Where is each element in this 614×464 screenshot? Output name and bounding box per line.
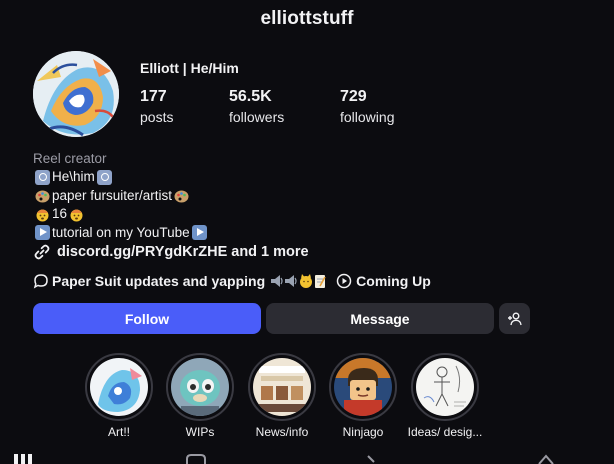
- stat-followers-label: followers: [229, 109, 285, 125]
- highlight-ring: [166, 353, 234, 421]
- avatar-artwork: [33, 51, 119, 137]
- news-cover-image: [253, 358, 311, 416]
- link-more: and 1 more: [231, 244, 309, 260]
- play-button-icon: [191, 225, 207, 241]
- channel-emoji-icons: [271, 274, 326, 288]
- follow-button[interactable]: Follow: [33, 303, 261, 334]
- profile-display-name: Elliott | He/Him: [140, 60, 239, 76]
- gender-symbol-icon: [35, 170, 50, 186]
- gender-symbol-icon: [96, 170, 112, 186]
- profile-avatar[interactable]: [33, 51, 119, 137]
- stat-posts-label: posts: [140, 109, 174, 125]
- profile-page: elliottstuff Elliott | He/Him 177 posts …: [0, 0, 614, 464]
- stat-posts-value: 177: [140, 88, 167, 105]
- highlight-wips[interactable]: WIPs: [160, 353, 240, 439]
- suggested-users-button[interactable]: [499, 303, 530, 334]
- reposts-tab-icon[interactable]: [366, 454, 378, 464]
- highlight-news[interactable]: News/info: [242, 353, 322, 439]
- highlight-ring: [248, 353, 316, 421]
- artist-palette-icon: [35, 190, 50, 203]
- profile-username: elliottstuff: [260, 8, 354, 29]
- highlight-cover: [90, 358, 148, 416]
- message-button[interactable]: Message: [266, 303, 494, 334]
- link-icon: [34, 244, 50, 260]
- artist-palette-icon: [174, 190, 189, 203]
- profile-bio: Reel creator He\him paper fursuiter/arti…: [33, 150, 209, 242]
- channels-row: Paper Suit updates and yapping Coming Up: [33, 273, 431, 289]
- channel-chip-coming-up-label: Coming Up: [356, 273, 431, 289]
- stat-following[interactable]: 729 following: [340, 88, 394, 125]
- play-button-icon: [35, 225, 50, 241]
- reels-tab-icon[interactable]: [186, 454, 206, 464]
- mind-blown-face-icon: [36, 209, 49, 222]
- channel-chip-updates[interactable]: Paper Suit updates and yapping: [33, 273, 326, 289]
- add-user-icon: [507, 312, 522, 325]
- stat-followers[interactable]: 56.5K followers: [229, 88, 284, 125]
- chat-bubble-icon: [33, 274, 48, 289]
- link-url: discord.gg/PRYgdKrZHE: [57, 244, 228, 260]
- bio-line-pronouns: He\him: [33, 168, 209, 186]
- channel-chip-updates-label: Paper Suit updates and yapping: [52, 273, 266, 289]
- highlight-ninjago[interactable]: Ninjago: [323, 353, 403, 439]
- highlight-art[interactable]: Art!!: [79, 353, 159, 439]
- highlight-cover: [416, 358, 474, 416]
- highlight-title: Ideas/ desig...: [407, 425, 483, 439]
- highlight-title: News/info: [255, 425, 309, 439]
- bio-line2-text: paper fursuiter/artist: [52, 187, 173, 203]
- ideas-cover-image: [416, 358, 474, 416]
- highlight-ideas[interactable]: Ideas/ desig...: [405, 353, 485, 439]
- stat-posts[interactable]: 177 posts: [140, 88, 173, 125]
- ninjago-cover-image: [334, 358, 392, 416]
- stat-following-value: 729: [340, 88, 367, 105]
- highlight-title: Ninjago: [342, 425, 384, 439]
- highlight-cover: [253, 358, 311, 416]
- bio-line3-text: 16: [52, 206, 68, 222]
- highlight-cover: [334, 358, 392, 416]
- highlight-ring: [329, 353, 397, 421]
- bottom-tab-bar: [0, 454, 614, 464]
- tagged-tab-icon[interactable]: [538, 454, 554, 464]
- stat-following-label: following: [340, 109, 395, 125]
- play-circle-icon: [336, 273, 352, 289]
- bio-line4-text: tutorial on my YouTube: [52, 224, 190, 240]
- channel-chip-coming-up[interactable]: Coming Up: [336, 273, 431, 289]
- mind-blown-face-icon: [70, 209, 83, 222]
- bio-line-artist: paper fursuiter/artist: [33, 187, 209, 205]
- highlight-title: WIPs: [185, 425, 215, 439]
- bio-line-age: 16: [33, 205, 209, 223]
- art-cover-image: [90, 358, 148, 416]
- bio-line-youtube: tutorial on my YouTube: [33, 224, 209, 242]
- bio-line1-text: He\him: [52, 169, 95, 185]
- wips-cover-image: [171, 358, 229, 416]
- grid-tab-icon[interactable]: [14, 454, 32, 464]
- highlight-ring: [85, 353, 153, 421]
- bio-category: Reel creator: [33, 151, 107, 166]
- stat-followers-value: 56.5K: [229, 88, 272, 105]
- profile-link[interactable]: discord.gg/PRYgdKrZHE and 1 more: [33, 243, 309, 261]
- highlight-title: Art!!: [107, 425, 130, 439]
- highlight-cover: [171, 358, 229, 416]
- highlight-ring: [411, 353, 479, 421]
